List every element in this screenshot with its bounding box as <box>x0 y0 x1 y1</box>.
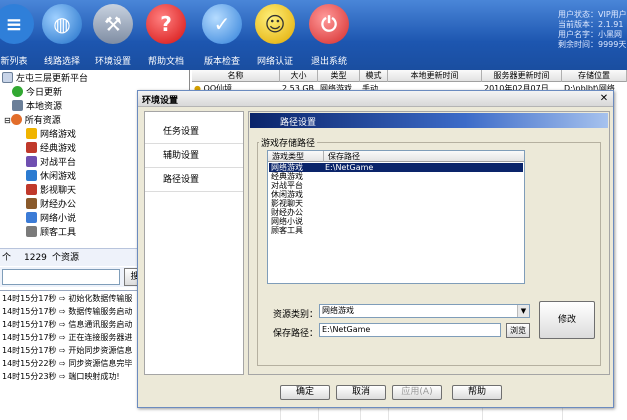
tree-item-finance-office[interactable]: 财经办公 <box>26 198 76 212</box>
novel-icon <box>26 212 37 223</box>
list-item[interactable]: 网络游戏 E:\NetGame <box>269 163 523 172</box>
tree-root[interactable]: 左屯三层更新平台 <box>2 72 88 86</box>
ok-button[interactable]: 确定 <box>280 385 330 400</box>
list-item[interactable]: 顾客工具 <box>269 226 523 235</box>
list-icon: ≡ <box>0 4 34 44</box>
col-local-update[interactable]: 本地更新时间 <box>388 70 482 82</box>
film-icon <box>26 184 37 195</box>
list-col-type[interactable]: 游戏类型 <box>268 151 324 162</box>
computer-icon <box>12 100 23 111</box>
log-row: 14时15分22秒 ⇨ 同步资源信息完毕 <box>2 359 133 368</box>
settings-nav: 任务设置 辅助设置 路径设置 <box>144 111 244 375</box>
list-item[interactable]: 影视聊天 <box>269 199 523 208</box>
resource-type-select[interactable]: 网络游戏 ▼ <box>319 304 530 318</box>
phone-icon <box>26 170 37 181</box>
table-header: 名称 大小 类型 模式 本地更新时间 服务器更新时间 存储位置 <box>192 70 627 82</box>
help-docs-button[interactable]: ? 帮助文档 <box>138 2 194 68</box>
col-type[interactable]: 类型 <box>318 70 360 82</box>
browse-button[interactable]: 浏览 <box>506 323 530 338</box>
list-item[interactable]: 经典游戏 <box>269 172 523 181</box>
modify-button[interactable]: 修改 <box>539 301 595 339</box>
apply-button[interactable]: 应用(A) <box>392 385 442 400</box>
path-label: 保存路径： <box>273 329 319 339</box>
list-header: 游戏类型 保存路径 <box>268 151 524 162</box>
close-icon[interactable]: ✕ <box>598 93 610 105</box>
dialog-titlebar[interactable]: 环境设置 ✕ <box>138 91 613 107</box>
list-item[interactable]: 网络小说 <box>269 217 523 226</box>
power-icon: ⏻ <box>309 4 349 44</box>
col-server-update[interactable]: 服务器更新时间 <box>482 70 562 82</box>
tree-item-online-games[interactable]: 网络游戏 <box>26 128 76 142</box>
tree-item-customer-tools[interactable]: 顾客工具 <box>26 226 76 240</box>
tree-item-web-novels[interactable]: 网络小说 <box>26 212 76 226</box>
col-name[interactable]: 名称 <box>192 70 280 82</box>
search-input[interactable] <box>2 269 120 285</box>
tree-item-local-resources[interactable]: 本地资源 <box>12 100 62 114</box>
log-row: 14时15分17秒 ⇨ 开始同步资源信息 <box>2 346 133 355</box>
nav-aux-settings[interactable]: 辅助设置 <box>145 144 243 168</box>
game-path-list[interactable]: 游戏类型 保存路径 网络游戏 E:\NetGame 经典游戏 对战平台 休闲游戏 … <box>267 150 525 284</box>
version-check-button[interactable]: ✓ 版本检查 <box>194 2 250 68</box>
col-size[interactable]: 大小 <box>280 70 318 82</box>
log-row: 14时15分17秒 ⇨ 正在连接服务器进 <box>2 333 133 342</box>
exit-system-button[interactable]: ⏻ 退出系统 <box>301 2 357 68</box>
cards-icon <box>26 142 37 153</box>
tree-item-classic-games[interactable]: 经典游戏 <box>26 142 76 156</box>
group-label: 游戏存储路径 <box>259 136 318 149</box>
chevron-down-icon[interactable]: ▼ <box>517 305 529 317</box>
tree-item-battle-platform[interactable]: 对战平台 <box>26 156 76 170</box>
list-item[interactable]: 休闲游戏 <box>269 190 523 199</box>
list-col-path[interactable]: 保存路径 <box>324 151 524 162</box>
swords-icon <box>26 156 37 167</box>
panel-title: 路径设置 <box>280 118 317 128</box>
col-mode[interactable]: 模式 <box>360 70 388 82</box>
list-item[interactable]: 对战平台 <box>269 181 523 190</box>
dialog-title: 环境设置 <box>142 96 179 106</box>
root-icon <box>2 72 13 83</box>
resource-count: 1229 <box>24 253 47 263</box>
toolbar: ≡ 新列表 ◍ 线路选择 ⚒ 环境设置 ? 帮助文档 ✓ 版本检查 ☺ 网络认证… <box>0 0 627 70</box>
tree-item-video-chat[interactable]: 影视聊天 <box>26 184 76 198</box>
globe-check-icon: ✓ <box>202 4 242 44</box>
resources-icon <box>10 114 22 125</box>
help-button[interactable]: 帮助 <box>452 385 502 400</box>
tree-item-today-update[interactable]: 今日更新 <box>12 86 62 100</box>
path-settings-panel: 路径设置 游戏存储路径 游戏类型 保存路径 网络游戏 E:\NetGame 经典游… <box>248 111 610 375</box>
cancel-button[interactable]: 取消 <box>336 385 386 400</box>
panel-title-bar: 路径设置 <box>250 113 608 128</box>
book-icon <box>26 198 37 209</box>
tree-item-all-resources[interactable]: ⊟ 所有资源 <box>4 114 61 128</box>
star-icon <box>26 128 37 139</box>
save-path-input[interactable]: E:\NetGame <box>319 323 501 337</box>
collapse-icon[interactable]: ⊟ <box>4 116 11 125</box>
help-search-icon: ? <box>146 4 186 44</box>
environment-settings-button[interactable]: ⚒ 环境设置 <box>85 2 141 68</box>
environment-settings-dialog: 环境设置 ✕ 任务设置 辅助设置 路径设置 路径设置 游戏存储路径 游戏类型 保… <box>137 90 614 408</box>
log-row: 14时15分17秒 ⇨ 数据传输服务启动 <box>2 307 133 316</box>
smiley-icon: ☺ <box>255 4 295 44</box>
log-row: 14时15分17秒 ⇨ 信息通讯服务启动 <box>2 320 133 329</box>
nav-path-settings[interactable]: 路径设置 <box>145 168 243 192</box>
list-item[interactable]: 财经办公 <box>269 208 523 217</box>
nav-task-settings[interactable]: 任务设置 <box>145 120 243 144</box>
log-row: 14时15分17秒 ⇨ 初始化数据传输服 <box>2 294 133 303</box>
log-row: 14时15分23秒 ⇨ 端口映射成功! <box>2 372 120 381</box>
type-label: 资源类别： <box>273 310 319 320</box>
tree-item-casual-games[interactable]: 休闲游戏 <box>26 170 76 184</box>
check-icon <box>12 86 23 97</box>
globe-icon: ◍ <box>42 4 82 44</box>
col-storage[interactable]: 存储位置 <box>562 70 627 82</box>
tools-icon <box>26 226 37 237</box>
user-status-panel: 用户状态：VIP用户 当前版本：2.1.91 用户名字：小黑网 剩余时间：999… <box>558 10 627 49</box>
network-auth-button[interactable]: ☺ 网络认证 <box>247 2 303 68</box>
tools-icon: ⚒ <box>93 4 133 44</box>
